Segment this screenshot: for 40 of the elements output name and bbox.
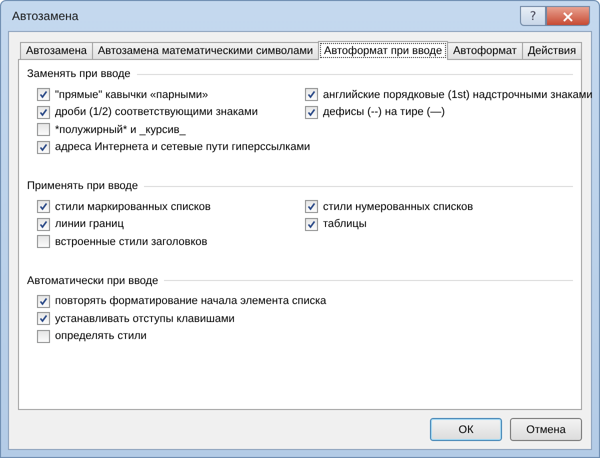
tab[interactable]: Автозамена математическими символами <box>92 42 320 59</box>
checkbox[interactable] <box>305 218 318 231</box>
tab[interactable]: Автоформат <box>447 42 523 59</box>
ok-button[interactable]: ОК <box>430 418 502 441</box>
checkbox[interactable] <box>37 218 50 231</box>
checkbox[interactable] <box>37 235 50 248</box>
checkbox[interactable] <box>37 123 50 136</box>
cancel-button[interactable]: Отмена <box>510 418 582 441</box>
checkbox[interactable] <box>37 88 50 102</box>
checkbox-label: дефисы (--) на тире (—) <box>323 106 445 118</box>
tab[interactable]: Автоформат при вводе <box>318 41 448 60</box>
checkbox[interactable] <box>305 200 318 214</box>
checkbox-label: *полужирный* и _курсив_ <box>55 124 186 136</box>
section-title: Заменять при вводе <box>27 68 131 80</box>
checkbox[interactable] <box>37 294 50 308</box>
tab[interactable]: Действия <box>522 42 582 59</box>
checkbox[interactable] <box>37 106 50 119</box>
checkbox-label: устанавливать отступы клавишами <box>55 312 235 325</box>
help-button[interactable]: ? <box>520 6 546 26</box>
checkbox-label: дроби (1/2) соответствующими знаками <box>55 106 258 118</box>
checkbox-label: определять стили <box>55 330 147 342</box>
checkbox-label: встроенные стили заголовков <box>55 236 208 248</box>
checkbox-label: таблицы <box>323 218 367 230</box>
checkbox[interactable] <box>305 106 318 119</box>
checkbox-label: повторять форматирование начала элемента списка <box>55 295 326 308</box>
checkbox[interactable] <box>37 200 50 214</box>
checkbox-label: стили нумерованных списков <box>323 200 474 213</box>
section-title: Автоматически при вводе <box>27 274 158 286</box>
checkbox[interactable] <box>37 330 50 343</box>
checkbox-label: стили маркированных списков <box>55 200 211 213</box>
window-title: Автозамена <box>11 9 80 23</box>
checkbox[interactable] <box>305 88 318 102</box>
checkbox-label: "прямые" кавычки «парными» <box>55 88 208 101</box>
section-title: Применять при вводе <box>27 180 138 192</box>
checkbox[interactable] <box>37 312 50 326</box>
checkbox[interactable] <box>37 140 50 154</box>
checkbox-label: английские порядковые (1st) надстрочными знаками <box>323 88 593 101</box>
checkbox-label: линии границ <box>55 218 124 230</box>
tab[interactable]: Автозамена <box>20 42 93 59</box>
checkbox-label: адреса Интернета и сетевые пути гиперссылками <box>55 141 310 154</box>
